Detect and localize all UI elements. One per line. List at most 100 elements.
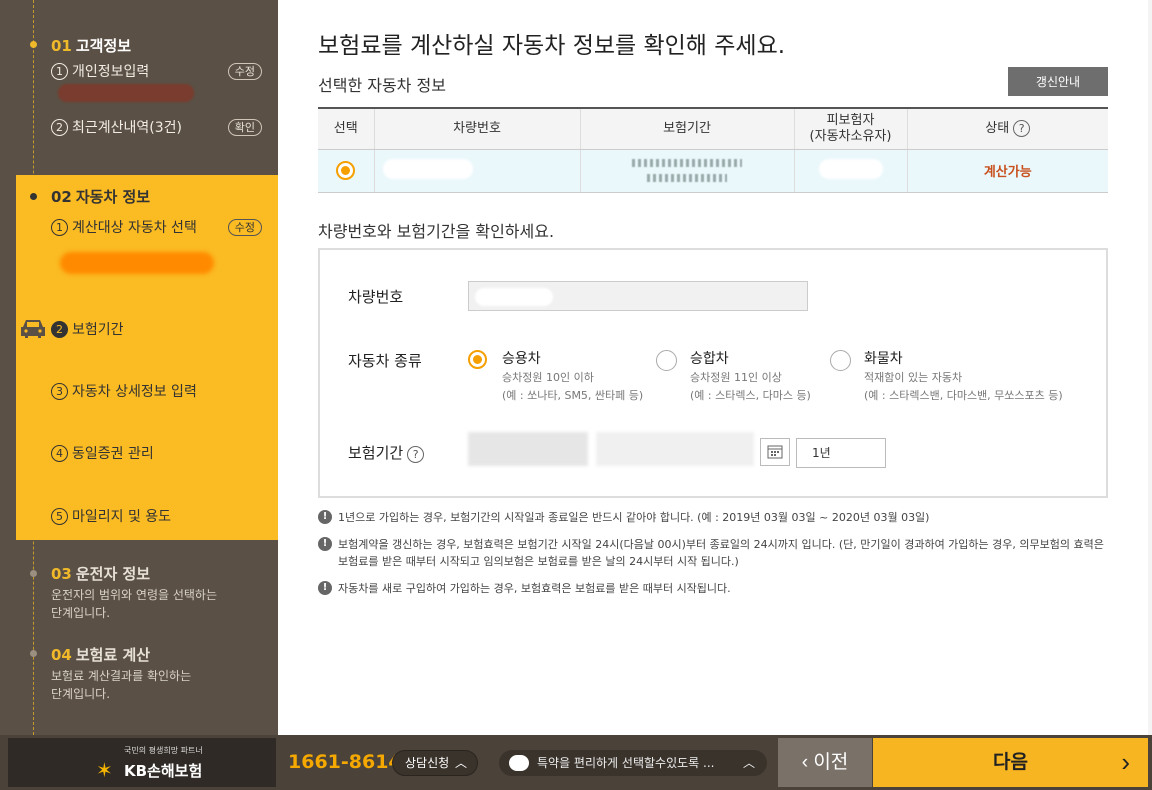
radio-truck[interactable]	[830, 350, 851, 371]
item-label: 최근계산내역(3건)	[72, 120, 182, 136]
desc-line: 단계입니다.	[51, 606, 111, 620]
note-item: ! 1년으로 가입하는 경우, 보험기간의 시작일과 종료일은 반드시 같아야 합…	[318, 509, 1108, 526]
item-number: 2	[51, 321, 68, 338]
help-icon[interactable]: ?	[1013, 120, 1031, 138]
row-select-cell	[318, 149, 374, 193]
note-text: 보험계약을 갱신하는 경우, 보험효력은 보험기간 시작일 24시(다음날 00…	[338, 538, 1104, 568]
calendar-icon[interactable]	[760, 438, 790, 466]
next-label: 다음	[993, 752, 1028, 773]
row-status: 계산가능	[906, 149, 1108, 193]
radio-van[interactable]	[656, 350, 677, 371]
note-item: ! 보험계약을 갱신하는 경우, 보험효력은 보험기간 시작일 24시(다음날 0…	[318, 536, 1108, 570]
item-number: 3	[51, 383, 68, 400]
col-insured-line1: 피보험자	[826, 112, 875, 128]
sidebar-item-insurance-period[interactable]: 2 보험기간	[51, 319, 124, 339]
note-text: 1년으로 가입하는 경우, 보험기간의 시작일과 종료일은 반드시 같아야 합니…	[338, 511, 930, 524]
chevron-left-icon: ‹	[801, 752, 814, 773]
prev-label: 이전	[813, 752, 849, 773]
item-number: 5	[51, 508, 68, 525]
desc-line: 단계입니다.	[51, 687, 111, 701]
sidebar-item-personal-info[interactable]: 1 개인정보입력	[51, 61, 149, 81]
chevron-up-icon: ︿	[454, 756, 467, 770]
vehicle-form: 차량번호 자동차 종류 승용차 승차정원 10인 이하 (예 : 쏘나타, SM…	[318, 248, 1108, 498]
brand-tagline: 국민의 평생희망 파트너	[124, 746, 203, 755]
step-number: 03	[51, 565, 72, 583]
sidebar-item-mileage[interactable]: 5 마일리지 및 용도	[51, 506, 171, 526]
sidebar-item-recent-calc[interactable]: 2 최근계산내역(3건)	[51, 117, 182, 137]
table-row[interactable]: 계산가능	[318, 149, 1108, 193]
sidebar-item-select-vehicle[interactable]: 1 계산대상 자동차 선택	[51, 217, 197, 237]
note-text: 자동차를 새로 구입하여 가입하는 경우, 보험효력은 보험료를 받은 때부터 …	[338, 582, 731, 595]
end-date-field[interactable]	[596, 432, 754, 466]
item-label: 마일리지 및 용도	[72, 509, 172, 525]
col-insured-line2: (자동차소유자)	[809, 128, 892, 144]
page-title: 보험료를 계산하실 자동차 정보를 확인해 주세요.	[318, 33, 786, 59]
vehicle-type-label: 자동차 종류	[348, 352, 422, 370]
redacted-period	[632, 158, 742, 167]
step1-title: 01 고객정보	[51, 35, 131, 56]
chat-text: 특약을 편리하게 선택할수있도록 ...	[537, 756, 715, 770]
vehicle-no-field[interactable]	[468, 281, 808, 311]
option-desc-line: (예 : 스타렉스밴, 다마스밴, 무쏘스포츠 등)	[864, 389, 1063, 402]
prev-button[interactable]: ‹ 이전	[778, 738, 872, 787]
option-desc-line: 적재함이 있는 자동차	[864, 371, 963, 384]
chat-bar[interactable]: 특약을 편리하게 선택할수있도록 ... ︿	[499, 750, 767, 776]
edit-button[interactable]: 수정	[227, 63, 262, 80]
item-label: 개인정보입력	[72, 64, 150, 80]
col-period: 보험기간	[579, 107, 794, 150]
step3-title: 03 운전자 정보	[51, 563, 150, 584]
step-label: 운전자 정보	[75, 565, 151, 583]
row-insured	[793, 149, 907, 193]
period-label: 보험기간?	[348, 442, 425, 463]
redacted-vehicle-no	[382, 158, 473, 179]
step-dot	[30, 193, 37, 200]
step4-desc: 보험료 계산결과를 확인하는 단계입니다.	[51, 667, 191, 703]
help-icon[interactable]: ?	[407, 446, 425, 463]
main-content: 보험료를 계산하실 자동차 정보를 확인해 주세요. 선택한 자동차 정보 갱신…	[278, 0, 1148, 735]
option-desc-line: 승차정원 11인 이상	[690, 371, 782, 384]
radio-passenger[interactable]	[468, 350, 487, 369]
step-number: 04	[51, 646, 72, 664]
item-label: 자동차 상세정보 입력	[72, 384, 197, 400]
col-select: 선택	[318, 107, 374, 150]
item-number: 4	[51, 445, 68, 462]
sidebar-item-policy-manage[interactable]: 4 동일증권 관리	[51, 443, 154, 463]
scroll-strip	[1148, 0, 1152, 735]
redacted-vehicle	[60, 252, 214, 274]
footer-bar: ✶ 국민의 평생희망 파트너 KB손해보험 1661-8614 상담신청 ︿ 특약…	[0, 735, 1152, 790]
start-date-field[interactable]	[468, 432, 588, 466]
edit-button[interactable]: 수정	[227, 219, 262, 236]
item-number: 1	[51, 63, 68, 80]
redacted-vehicle-no	[475, 288, 553, 306]
option-desc-line: (예 : 쏘나타, SM5, 싼타페 등)	[502, 389, 644, 402]
next-button[interactable]: 다음 ›	[873, 738, 1148, 787]
col-status: 상태?	[906, 107, 1108, 150]
option-desc: 승차정원 11인 이상 (예 : 스타렉스, 다마스 등)	[690, 369, 811, 405]
sidebar-item-vehicle-detail[interactable]: 3 자동차 상세정보 입력	[51, 381, 197, 401]
row-radio[interactable]	[336, 161, 356, 180]
confirm-button[interactable]: 확인	[227, 119, 262, 136]
active-step-panel: 02 자동차 정보 1 계산대상 자동차 선택 수정 2 보험기간 3 자동차 상세정보…	[16, 175, 278, 540]
step-label: 자동차 정보	[75, 188, 151, 206]
step2-title: 02 자동차 정보	[51, 186, 150, 207]
step-label: 보험료 계산	[75, 646, 151, 664]
row-period	[579, 149, 794, 193]
alert-icon: !	[318, 581, 332, 595]
status-badge: 계산가능	[983, 165, 1032, 180]
desc-line: 보험료 계산결과를 확인하는	[51, 669, 192, 683]
option-title: 화물차	[864, 351, 903, 367]
item-label: 동일증권 관리	[72, 446, 154, 462]
car-icon	[21, 320, 45, 338]
brand-name: KB손해보험	[124, 762, 203, 780]
renewal-guide-button[interactable]: 갱신안내	[1008, 67, 1108, 96]
step-label: 고객정보	[75, 37, 132, 55]
phone-number: 1661-8614	[288, 751, 402, 773]
period-select[interactable]: 1년	[796, 438, 886, 468]
table-header-row: 선택 차량번호 보험기간 피보험자 (자동차소유자) 상태?	[318, 107, 1108, 150]
alert-icon: !	[318, 510, 332, 524]
consult-button[interactable]: 상담신청 ︿	[392, 750, 478, 776]
step-dot	[30, 650, 37, 657]
selected-vehicle-label: 선택한 자동차 정보	[318, 76, 446, 95]
item-number: 1	[51, 219, 68, 236]
redacted-period	[647, 173, 727, 182]
